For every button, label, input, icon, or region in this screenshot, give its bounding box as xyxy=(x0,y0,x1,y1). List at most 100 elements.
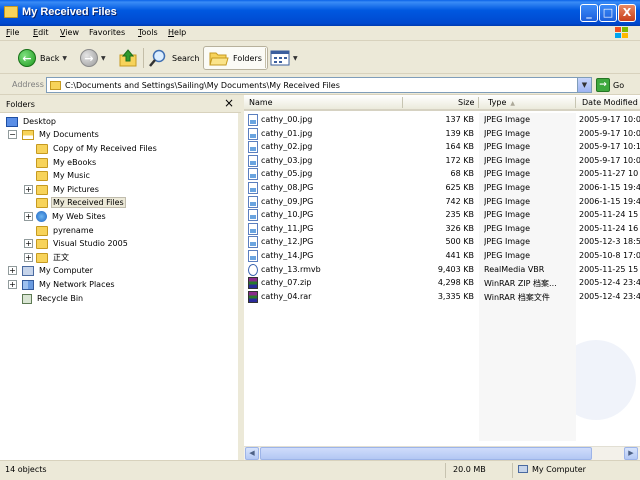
expand-my-pictures-button[interactable]: + xyxy=(24,185,33,194)
file-list[interactable]: Name Size Type ▲ Date Modified cathy_00.j… xyxy=(244,95,640,460)
scroll-right-button[interactable]: ▶ xyxy=(624,447,638,460)
menu-help[interactable]: Help xyxy=(168,28,186,37)
menu-tools[interactable]: Tools xyxy=(138,28,158,37)
column-headers: Name Size Type ▲ Date Modified xyxy=(244,95,640,111)
tree-item-pyrename[interactable]: pyrename xyxy=(36,224,95,237)
address-dropdown-button[interactable]: ▼ xyxy=(577,78,591,92)
maximize-button[interactable]: □ xyxy=(599,4,617,22)
title-bar[interactable]: My Received Files _ □ X xyxy=(0,0,640,26)
file-row[interactable]: cathy_09.JPG 742 KB JPEG Image 2006-1-15 19… xyxy=(244,195,640,209)
tree-item-my-ebooks[interactable]: My eBooks xyxy=(36,156,97,169)
file-size: 235 KB xyxy=(445,210,474,220)
tree-item-visual-studio-2005[interactable]: Visual Studio 2005 xyxy=(36,237,129,250)
chevron-down-icon[interactable]: ▼ xyxy=(62,55,67,62)
file-row[interactable]: cathy_00.jpg 137 KB JPEG Image 2005-9-17 10… xyxy=(244,113,640,127)
file-row[interactable]: cathy_07.zip 4,298 KB WinRAR ZIP 档案... 2005… xyxy=(244,276,640,290)
file-row[interactable]: cathy_01.jpg 139 KB JPEG Image 2005-9-17 10… xyxy=(244,127,640,141)
expand-visual-studio-2005-button[interactable]: + xyxy=(24,239,33,248)
tree-item-my-computer[interactable]: My Computer xyxy=(22,264,94,277)
file-date-modified: 2005-9-17 10:0 xyxy=(579,155,640,165)
file-row[interactable]: cathy_14.JPG 441 KB JPEG Image 2005-10-8 17… xyxy=(244,249,640,263)
file-date-modified: 2005-11-27 10 xyxy=(579,169,639,179)
chevron-down-icon[interactable]: ▼ xyxy=(293,55,298,62)
file-row[interactable]: cathy_02.jpg 164 KB JPEG Image 2005-9-17 10… xyxy=(244,140,640,154)
file-row[interactable]: cathy_12.JPG 500 KB JPEG Image 2005-12-3 18… xyxy=(244,235,640,249)
expand-my-computer-button[interactable]: + xyxy=(8,266,17,275)
window-title: My Received Files xyxy=(22,6,117,18)
file-date-modified: 2005-9-17 10:0 xyxy=(579,115,640,124)
jpeg-file-icon xyxy=(248,127,258,140)
collapse-my-documents-button[interactable]: − xyxy=(8,130,17,139)
archive-file-icon xyxy=(248,277,258,290)
folder-icon xyxy=(36,252,48,263)
scroll-left-button[interactable]: ◀ xyxy=(245,447,259,460)
expand-my-network-places-button[interactable]: + xyxy=(8,280,17,289)
tree-item-my-network-places[interactable]: My Network Places xyxy=(22,278,116,291)
address-value[interactable]: C:\Documents and Settings\Sailing\My Doc… xyxy=(65,81,340,90)
toolbar: ← Back ▼ → ▼ Search Folders ▼ xyxy=(0,42,640,74)
status-location: My Computer xyxy=(518,465,586,474)
file-row[interactable]: cathy_13.rmvb 9,403 KB RealMedia VBR 2005-1… xyxy=(244,263,640,277)
tree-item-my-received-files[interactable]: My Received Files xyxy=(36,196,126,209)
column-header-name[interactable]: Name xyxy=(249,98,273,107)
menu-file[interactable]: File xyxy=(6,28,19,37)
column-header-type[interactable]: Type ▲ xyxy=(488,98,515,107)
folders-button[interactable]: Folders xyxy=(203,46,268,70)
file-row[interactable]: cathy_05.jpg 68 KB JPEG Image 2005-11-27 10 xyxy=(244,167,640,181)
file-name: cathy_08.JPG xyxy=(261,183,314,192)
views-button[interactable]: ▼ xyxy=(270,46,298,70)
file-row[interactable]: cathy_11.JPG 326 KB JPEG Image 2005-11-24 1… xyxy=(244,222,640,236)
menu-edit[interactable]: Edit xyxy=(33,28,49,37)
folder-icon xyxy=(36,170,48,181)
tree-item-my-music[interactable]: My Music xyxy=(36,169,91,182)
file-type: JPEG Image xyxy=(484,115,531,124)
go-button[interactable]: → Go xyxy=(596,78,624,92)
jpeg-file-icon xyxy=(248,195,258,208)
minimize-button[interactable]: _ xyxy=(580,4,598,22)
folder-icon xyxy=(4,6,18,18)
expand-my-web-sites-button[interactable]: + xyxy=(24,212,33,221)
file-date-modified: 2005-11-24 15 xyxy=(579,210,639,220)
scrollbar-thumb[interactable] xyxy=(260,447,592,460)
search-button[interactable]: Search xyxy=(148,46,199,70)
menu-favorites[interactable]: Favorites xyxy=(89,28,125,37)
expand-zhengwen-button[interactable]: + xyxy=(24,253,33,262)
file-row[interactable]: cathy_04.rar 3,335 KB WinRAR 档案文件 2005-12-4… xyxy=(244,290,640,304)
folder-icon xyxy=(50,81,61,90)
file-row[interactable]: cathy_08.JPG 625 KB JPEG Image 2006-1-15 19… xyxy=(244,181,640,195)
file-row[interactable]: cathy_03.jpg 172 KB JPEG Image 2005-9-17 10… xyxy=(244,154,640,168)
pictures-folder-icon xyxy=(36,184,48,195)
address-label: Address xyxy=(12,80,44,89)
file-size: 68 KB xyxy=(450,169,474,179)
forward-button[interactable]: → ▼ xyxy=(80,46,106,70)
up-folder-button[interactable] xyxy=(118,46,138,70)
close-button[interactable]: X xyxy=(618,4,636,22)
up-folder-icon xyxy=(119,49,137,67)
menu-view[interactable]: View xyxy=(60,28,79,37)
back-button[interactable]: ← Back ▼ xyxy=(18,46,67,70)
file-date-modified: 2005-12-4 23:4 xyxy=(579,291,640,301)
tree-item-my-documents[interactable]: My Documents xyxy=(22,128,100,141)
file-type: JPEG Image xyxy=(484,237,531,247)
tree-item-recycle-bin[interactable]: Recycle Bin xyxy=(22,292,84,305)
status-object-count: 14 objects xyxy=(5,465,47,474)
tree-item-my-pictures[interactable]: My Pictures xyxy=(36,183,100,196)
address-input[interactable]: C:\Documents and Settings\Sailing\My Doc… xyxy=(46,77,592,93)
folder-open-icon xyxy=(36,197,48,208)
file-type: JPEG Image xyxy=(484,128,531,138)
column-header-size[interactable]: Size xyxy=(458,98,474,107)
column-header-date-modified[interactable]: Date Modified xyxy=(582,98,638,107)
globe-folder-icon xyxy=(36,211,47,222)
horizontal-scrollbar[interactable]: ◀ ▶ xyxy=(244,446,640,460)
tree-item-my-web-sites[interactable]: My Web Sites xyxy=(36,210,107,223)
tree-item-desktop[interactable]: Desktop xyxy=(6,115,57,128)
chevron-down-icon[interactable]: ▼ xyxy=(101,55,106,62)
file-row[interactable]: cathy_10.JPG 235 KB JPEG Image 2005-11-24 1… xyxy=(244,208,640,222)
tree-item-copy-of-my-received-files[interactable]: Copy of My Received Files xyxy=(36,142,158,155)
close-pane-icon[interactable]: × xyxy=(224,96,234,110)
file-size: 742 KB xyxy=(445,196,474,206)
file-size: 164 KB xyxy=(445,142,474,152)
file-type: JPEG Image xyxy=(484,155,531,165)
tree-item-zhengwen[interactable]: 正文 xyxy=(36,251,70,264)
desktop-icon xyxy=(6,116,18,127)
